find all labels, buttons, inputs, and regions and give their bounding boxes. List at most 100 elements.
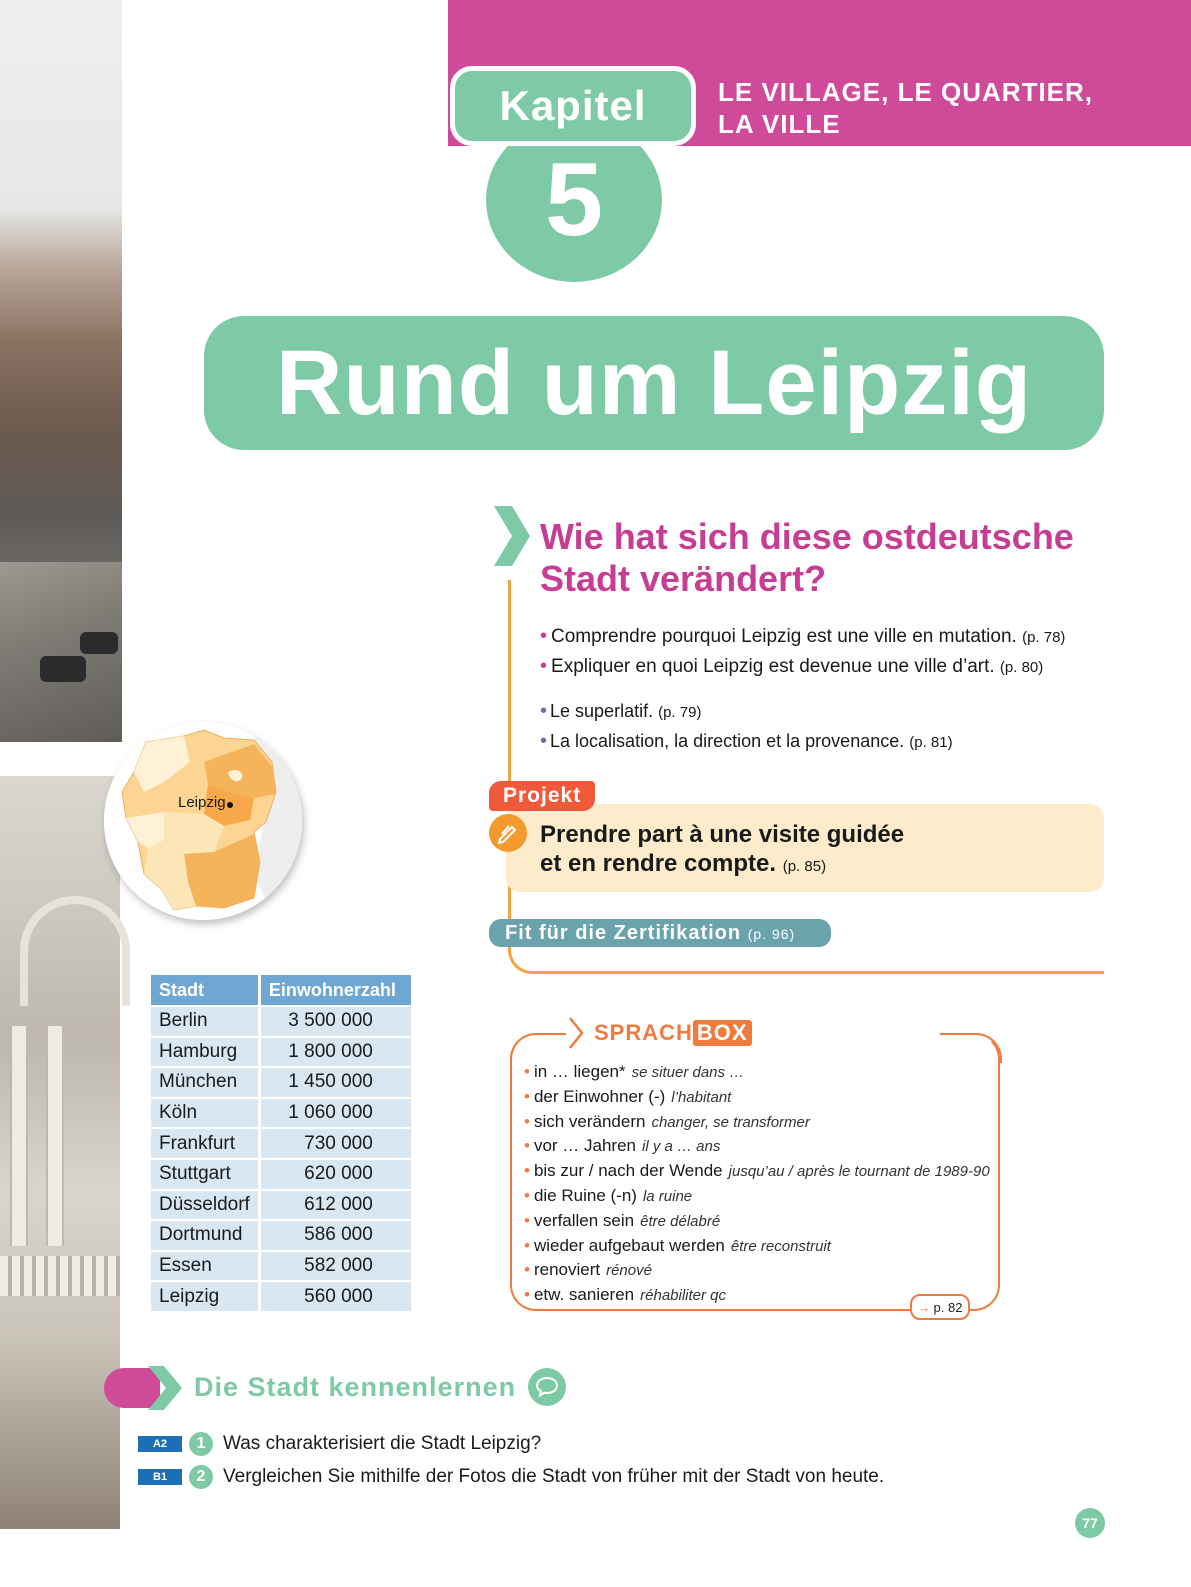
column-shape [46,1026,64,1246]
chapter-subtitle-line1: LE VILLAGE, LE QUARTIER, [718,77,1094,107]
page-reference: (p. 79) [658,704,702,721]
vocab-french: réhabiliter qc [640,1287,727,1305]
population-table: Stadt Einwohnerzahl Berlin 3 500 000 Hamb… [151,973,411,1313]
vocab-german: verfallen sein [533,1210,635,1230]
question-line1: Wie hat sich diese ostdeutsche [540,516,1074,557]
chevron-right-icon [569,1017,584,1049]
table-cell: 612 000 [260,1190,411,1220]
table-cell: Dortmund [151,1221,261,1250]
list-item: • vor … Jahren il y a … ans [524,1134,994,1159]
level-badge: A2 [138,1436,182,1452]
bullet-icon: • [524,1285,530,1305]
list-item: • der Einwohner (-) l’habitant [524,1085,994,1110]
kapitel-label: Kapitel [450,66,696,146]
pencil-icon [489,814,527,852]
level-badge: B1 [138,1469,182,1485]
sprachbox-page-link[interactable]: → p. 82 [910,1294,970,1320]
bullet-icon: • [524,1235,530,1255]
vocab-french: être reconstruit [730,1237,831,1255]
city-dot-icon [227,802,233,808]
balustrade-shape [0,1256,120,1296]
germany-map [104,722,302,920]
vocab-french: être délabré [640,1212,721,1230]
vocab-german: etw. sanieren [533,1285,635,1305]
vocabulary-list: • in … liegen* se situer dans … • der Einwo… [524,1060,994,1308]
list-item: • bis zur / nach der Wende jusqu’au / aprè… [524,1159,994,1184]
bullet-icon: • [524,1185,530,1205]
vocab-french: changer, se transformer [651,1113,810,1131]
table-row: Köln 1 060 000 [151,1098,411,1128]
task-text: Was charakterisiert die Stadt Leipzig? [223,1433,542,1454]
sprachbox-title-part1: SPRACH [594,1020,693,1045]
vocab-german: bis zur / nach der Wende [533,1161,723,1181]
page-reference: (p. 80) [999,659,1044,676]
column-shape [10,1026,28,1246]
page-reference: (p. 85) [782,858,827,875]
bullet-icon: • [540,655,548,677]
bullet-icon: • [540,730,548,752]
table-row: München 1 450 000 [151,1068,411,1097]
bullet-icon: • [524,1062,530,1081]
chapter-subtitle-line2: LA VILLE [718,109,841,139]
vocab-german: wieder aufgebaut werden [533,1235,725,1255]
table-cell: Frankfurt [151,1129,261,1158]
list-item: • in … liegen* se situer dans … [524,1060,994,1085]
table-row: Hamburg 1 800 000 [151,1037,411,1067]
table-row: Düsseldorf 612 000 [151,1190,411,1220]
vocab-french: jusqu’au / après le tournant de 1989-90 [728,1163,990,1181]
vocab-german: der Einwohner (-) [533,1086,666,1106]
table-row: Leipzig 560 000 [151,1282,411,1311]
table-row: Dortmund 586 000 [151,1221,411,1250]
chevron-right-icon [148,1366,182,1410]
vocab-german: sich verändern [533,1111,646,1131]
table-cell: Düsseldorf [151,1190,261,1220]
table-cell: Leipzig [151,1282,261,1311]
sprachbox-frame-corner [510,1033,570,1063]
page-reference: (p. 96) [747,926,796,942]
table-row: Essen 582 000 [151,1251,411,1281]
task-item: A2 1 Was charakterisiert die Stadt Leipz… [138,1430,541,1458]
bullet-icon: • [524,1260,530,1280]
vocab-german: in … liegen* [533,1062,626,1081]
task-number: 1 [189,1432,213,1456]
task-item: B1 2 Vergleichen Sie mithilfe der Fotos … [138,1463,884,1491]
vocab-french: rénové [606,1262,652,1280]
table-cell: 1 060 000 [260,1098,411,1128]
vocab-german: die Ruine (-n) [533,1185,637,1205]
list-item: • renoviert rénové [524,1258,994,1283]
bullet-icon: • [540,625,548,647]
bullet-icon: • [540,700,548,722]
list-item: • Le superlatif. (p. 79) [540,700,702,722]
table-cell: 582 000 [260,1251,411,1281]
chapter-subtitle: LE VILLAGE, LE QUARTIER, LA VILLE [718,76,1138,140]
vocab-german: renoviert [533,1260,601,1280]
bullet-icon: • [524,1111,530,1131]
arrow-right-icon: → [917,1299,931,1315]
table-cell: Berlin [151,1007,261,1036]
objectives-list: • Comprendre pourquoi Leipzig est une vil… [540,622,1120,682]
page-reference: (p. 78) [1022,629,1066,646]
list-item: • Comprendre pourquoi Leipzig est une vil… [540,625,1066,647]
page-title: Rund um Leipzig [204,316,1104,450]
sprachbox-title: SPRACH BOX [566,1016,758,1050]
column-header: Einwohnerzahl [260,975,411,1005]
projekt-line2: et en rendre compte. (p. 85) [540,850,827,877]
chapter-question: Wie hat sich diese ostdeutsche Stadt ver… [540,516,1140,600]
leipzig-street-photo [0,0,122,742]
sprachbox-frame-corner [940,1033,1002,1063]
car-shape [80,632,118,654]
vocab-french: il y a … ans [642,1138,721,1156]
divider-line [540,971,1104,974]
bullet-icon: • [524,1161,530,1181]
task-number: 2 [189,1465,213,1489]
page-number: 77 [1075,1508,1105,1538]
list-item: • die Ruine (-n) la ruine [524,1184,994,1209]
map-graphic [104,722,302,920]
fit-zertifikation-tag: Fit für die Zertifikation (p. 96) [489,919,831,947]
map-label-leipzig: Leipzig [178,794,226,811]
page-reference: p. 82 [933,1299,963,1315]
table-cell: 586 000 [260,1221,411,1250]
vocab-german: vor … Jahren [533,1136,636,1156]
list-item: • wieder aufgebaut werden être reconstruit [524,1234,994,1259]
table-cell: 1 800 000 [260,1037,411,1067]
